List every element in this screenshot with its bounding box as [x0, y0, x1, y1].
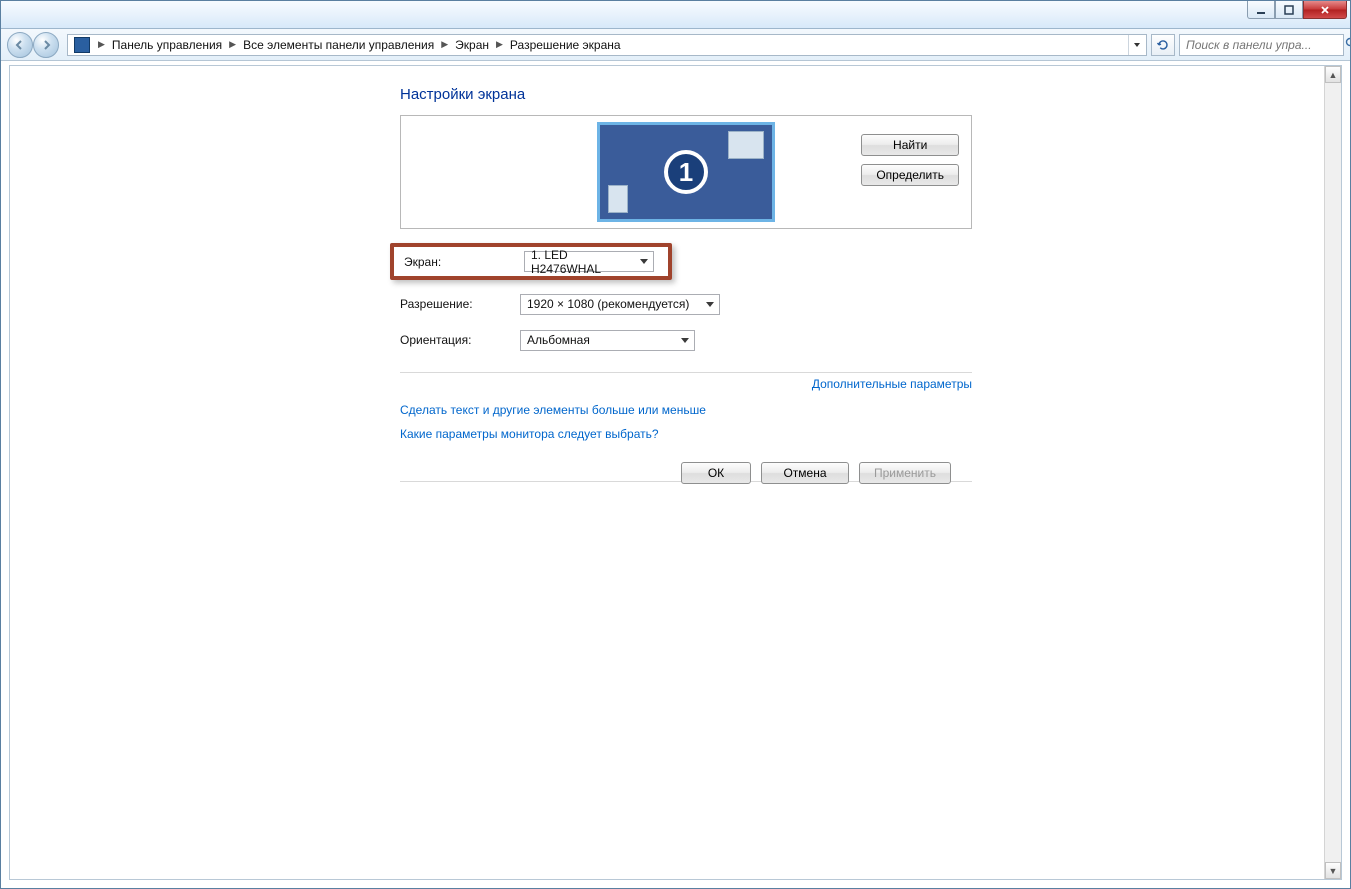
dialog-buttons: ОК Отмена Применить: [10, 462, 1341, 484]
chevron-right-icon: ▶: [229, 39, 236, 50]
find-button[interactable]: Найти: [861, 134, 959, 156]
breadcrumb-bar[interactable]: ▶ Панель управления ▶ Все элементы панел…: [67, 34, 1147, 56]
search-input[interactable]: [1184, 37, 1345, 53]
nav-buttons: [7, 32, 59, 58]
content-area: Настройки экрана 1 Найти Определить Экра…: [10, 66, 1341, 879]
monitor-number: 1: [664, 150, 708, 194]
ok-button[interactable]: ОК: [681, 462, 751, 484]
page-title: Настройки экрана: [400, 86, 1341, 103]
cancel-button[interactable]: Отмена: [761, 462, 849, 484]
screen-value: 1. LED H2476WHAL: [531, 248, 635, 276]
chevron-right-icon: ▶: [496, 39, 503, 50]
chevron-right-icon: ▶: [441, 39, 448, 50]
orientation-setting-row: Ориентация: Альбомная: [400, 322, 972, 358]
orientation-dropdown[interactable]: Альбомная: [520, 330, 695, 351]
display-preview-box: 1 Найти Определить: [400, 115, 972, 229]
apply-button[interactable]: Применить: [859, 462, 951, 484]
resolution-dropdown[interactable]: 1920 × 1080 (рекомендуется): [520, 294, 720, 315]
orientation-value: Альбомная: [527, 333, 590, 347]
breadcrumb-item[interactable]: Разрешение экрана: [507, 36, 624, 54]
maximize-button[interactable]: [1275, 1, 1303, 19]
orientation-label: Ориентация:: [400, 333, 520, 347]
text-size-link[interactable]: Сделать текст и другие элементы больше и…: [400, 403, 972, 417]
search-icon: [1345, 37, 1351, 53]
help-links: Сделать текст и другие элементы больше и…: [400, 403, 972, 441]
control-panel-window: ▶ Панель управления ▶ Все элементы панел…: [0, 0, 1351, 889]
resolution-value: 1920 × 1080 (рекомендуется): [527, 297, 689, 311]
preview-window-icon: [608, 185, 628, 213]
monitor-help-link[interactable]: Какие параметры монитора следует выбрать…: [400, 427, 972, 441]
back-button[interactable]: [7, 32, 33, 58]
close-button[interactable]: [1303, 1, 1347, 19]
advanced-settings-link[interactable]: Дополнительные параметры: [400, 377, 972, 391]
resolution-setting-row: Разрешение: 1920 × 1080 (рекомендуется): [400, 286, 972, 322]
breadcrumb-item[interactable]: Панель управления: [109, 36, 225, 54]
control-panel-icon: [74, 37, 90, 53]
chevron-right-icon: ▶: [98, 39, 105, 50]
screen-label: Экран:: [404, 255, 524, 269]
breadcrumb-item[interactable]: Все элементы панели управления: [240, 36, 437, 54]
refresh-button[interactable]: [1151, 34, 1175, 56]
breadcrumb-item[interactable]: Экран: [452, 36, 492, 54]
identify-button[interactable]: Определить: [861, 164, 959, 186]
search-box[interactable]: [1179, 34, 1344, 56]
resolution-label: Разрешение:: [400, 297, 520, 311]
screen-dropdown[interactable]: 1. LED H2476WHAL: [524, 251, 654, 272]
title-bar: [1, 1, 1350, 29]
advanced-link-row: Дополнительные параметры: [400, 372, 972, 391]
settings-area: Экран: 1. LED H2476WHAL Разрешение: 1920…: [400, 243, 972, 482]
forward-button[interactable]: [33, 32, 59, 58]
minimize-button[interactable]: [1247, 1, 1275, 19]
content-frame: ▲ ▼ Настройки экрана 1 Найти Определить: [9, 65, 1342, 880]
screen-setting-row: Экран: 1. LED H2476WHAL: [390, 243, 672, 280]
preview-window-icon: [728, 131, 764, 159]
preview-side-buttons: Найти Определить: [861, 134, 959, 186]
breadcrumb-dropdown[interactable]: [1128, 35, 1144, 55]
window-controls: [1247, 1, 1347, 19]
address-bar: ▶ Панель управления ▶ Все элементы панел…: [1, 29, 1350, 61]
monitor-preview[interactable]: 1: [597, 122, 775, 222]
